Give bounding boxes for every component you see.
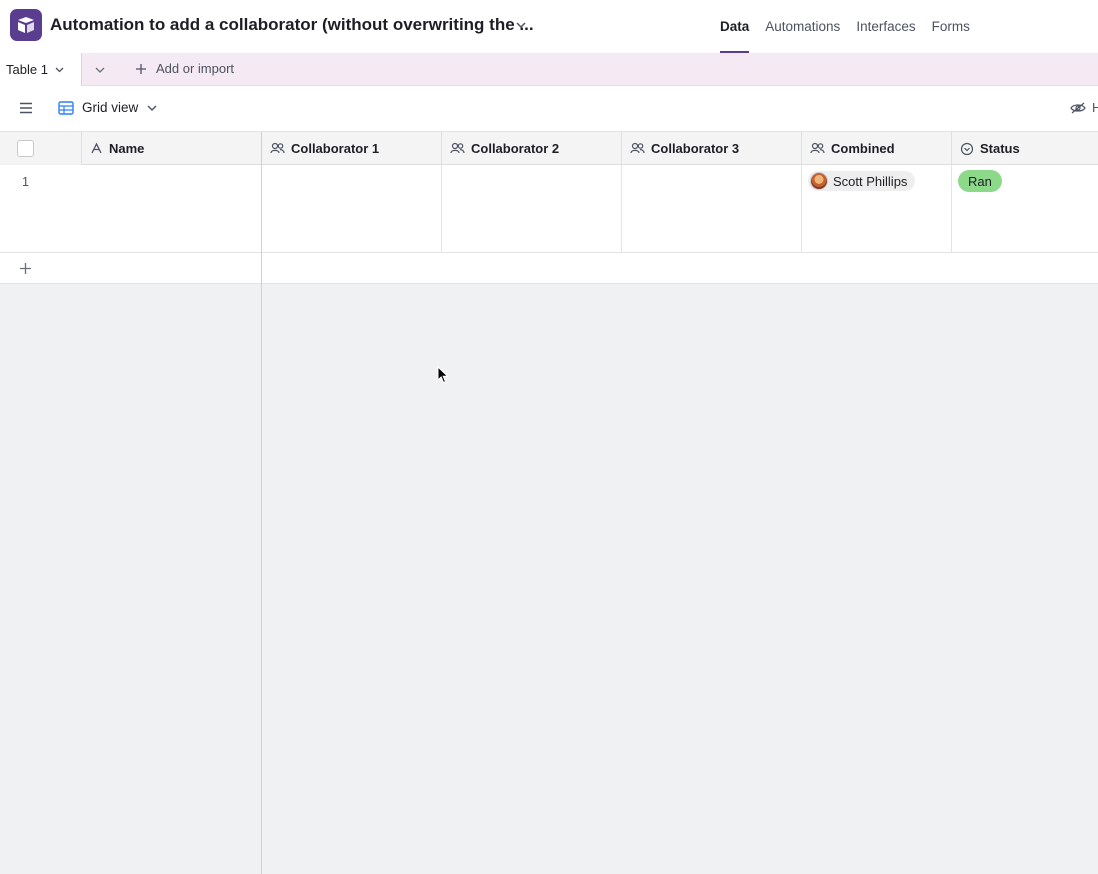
column-header-collaborator-2[interactable]: Collaborator 2 <box>442 132 622 165</box>
users-icon <box>270 142 285 154</box>
avatar <box>810 172 828 190</box>
table-tab-bar: Table 1 Add or import <box>0 53 1098 86</box>
tab-data[interactable]: Data <box>712 0 757 53</box>
users-icon <box>630 142 645 154</box>
column-header-collaborator-1[interactable]: Collaborator 1 <box>262 132 442 165</box>
table-row[interactable]: 1 Scott Phillips Ran <box>0 165 1098 253</box>
users-icon <box>450 142 465 154</box>
add-or-import-button[interactable]: Add or import <box>134 61 234 76</box>
column-header-status[interactable]: Status <box>952 132 1098 165</box>
cell-collaborator-2[interactable] <box>442 165 622 253</box>
tab-forms[interactable]: Forms <box>924 0 978 53</box>
table-tab-table-1[interactable]: Table 1 <box>0 53 82 86</box>
top-bar: Automation to add a collaborator (withou… <box>0 0 1098 53</box>
top-nav: Data Automations Interfaces Forms <box>712 0 978 53</box>
hamburger-menu-icon[interactable] <box>19 102 33 114</box>
grid-icon <box>58 100 74 115</box>
grid: Name Collaborator 1 Collaborator 2 Colla… <box>0 132 1098 874</box>
single-select-icon <box>960 142 974 155</box>
add-record-row[interactable] <box>0 253 1098 284</box>
plus-icon[interactable] <box>19 262 32 275</box>
select-all-cell <box>0 132 82 165</box>
text-field-icon <box>91 142 102 154</box>
chevron-down-icon[interactable] <box>54 64 65 75</box>
cell-status[interactable]: Ran <box>952 165 1098 253</box>
row-number: 1 <box>22 175 29 189</box>
chevron-down-icon[interactable] <box>514 18 528 32</box>
chevron-down-icon <box>147 105 157 111</box>
users-icon <box>810 142 825 154</box>
hide-fields-button[interactable]: H <box>1070 100 1098 115</box>
eye-slash-icon <box>1070 102 1086 113</box>
app-logo-icon[interactable] <box>10 9 42 41</box>
select-all-checkbox[interactable] <box>17 140 34 157</box>
view-bar: Grid view H <box>0 86 1098 132</box>
chevron-down-icon[interactable] <box>94 64 106 76</box>
grid-header-row: Name Collaborator 1 Collaborator 2 Colla… <box>0 132 1098 165</box>
cell-combined[interactable]: Scott Phillips <box>802 165 952 253</box>
plus-icon <box>136 63 146 74</box>
frozen-column-divider[interactable] <box>261 132 262 874</box>
cell-collaborator-1[interactable] <box>262 165 442 253</box>
column-header-combined[interactable]: Combined <box>802 132 952 165</box>
collaborator-name: Scott Phillips <box>833 173 908 189</box>
column-header-collaborator-3[interactable]: Collaborator 3 <box>622 132 802 165</box>
view-name: Grid view <box>82 100 139 115</box>
base-title[interactable]: Automation to add a collaborator (withou… <box>50 15 534 35</box>
mouse-cursor-icon <box>437 366 449 384</box>
collaborator-chip[interactable]: Scott Phillips <box>808 171 916 191</box>
tab-automations[interactable]: Automations <box>757 0 848 53</box>
status-badge: Ran <box>958 170 1002 192</box>
cell-name[interactable] <box>82 165 262 253</box>
tab-interfaces[interactable]: Interfaces <box>848 0 923 53</box>
row-number-cell: 1 <box>0 165 82 253</box>
column-header-name[interactable]: Name <box>82 132 262 165</box>
view-switcher[interactable]: Grid view <box>58 100 158 115</box>
table-tab-label: Table 1 <box>6 62 48 77</box>
cell-collaborator-3[interactable] <box>622 165 802 253</box>
